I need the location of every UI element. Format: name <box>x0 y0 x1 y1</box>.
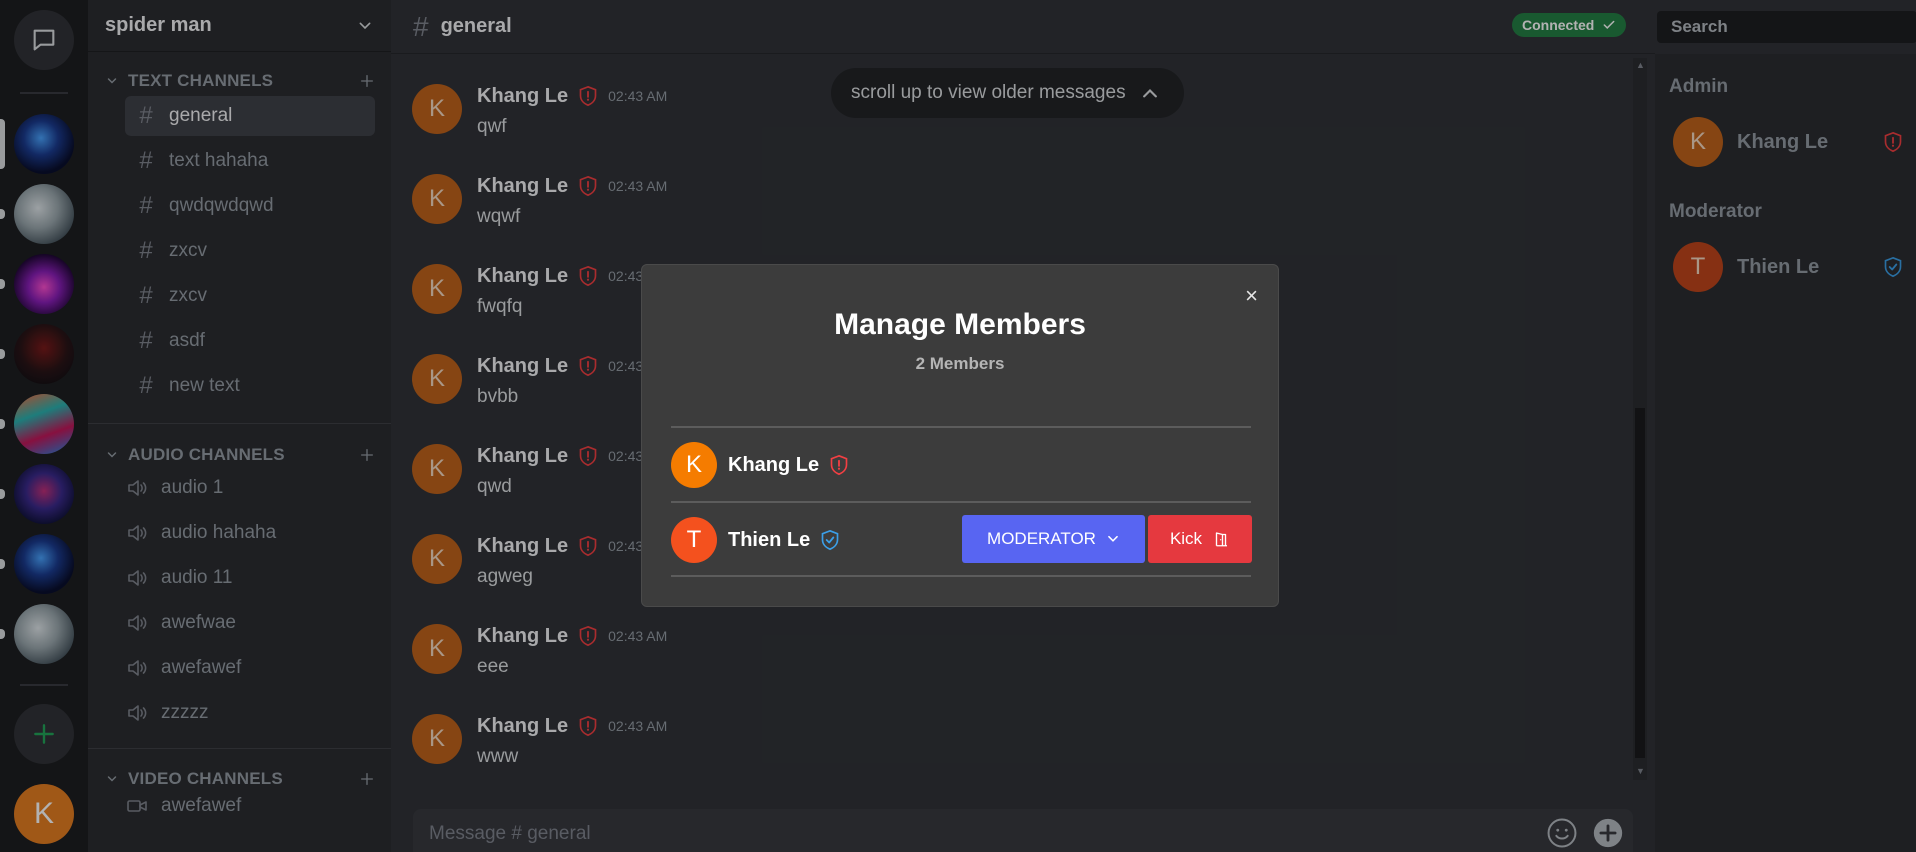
moderator-shield-icon <box>821 529 839 551</box>
kick-label: Kick <box>1169 529 1203 548</box>
member-count: 2 Members <box>915 354 1005 373</box>
role-select-label: MODERATOR <box>987 529 1096 548</box>
modal-title: Manage Members <box>834 308 1086 341</box>
kick-button[interactable]: Kick <box>1148 515 1252 563</box>
close-icon[interactable]: × <box>1245 283 1258 309</box>
admin-shield-icon <box>830 454 848 476</box>
avatar: K <box>671 442 717 488</box>
avatar: T <box>671 517 717 563</box>
member-name: Thien Le <box>728 528 811 551</box>
row-divider <box>671 501 1251 503</box>
row-divider <box>671 426 1251 428</box>
member-name: Khang Le <box>728 453 820 476</box>
manage-members-modal: × Manage Members 2 Members K Khang Le T … <box>641 264 1279 607</box>
chevron-down-icon <box>1108 535 1118 542</box>
row-divider <box>671 575 1251 577</box>
modal-member-row: K Khang Le <box>671 437 1251 493</box>
app-root: K spider man TEXT CHANNELS # general # tex… <box>0 0 1916 852</box>
modal-member-row: T Thien Le MODERATOR Kick <box>671 512 1252 568</box>
door-exit-icon <box>1215 532 1228 547</box>
role-select-button[interactable]: MODERATOR <box>962 515 1145 563</box>
